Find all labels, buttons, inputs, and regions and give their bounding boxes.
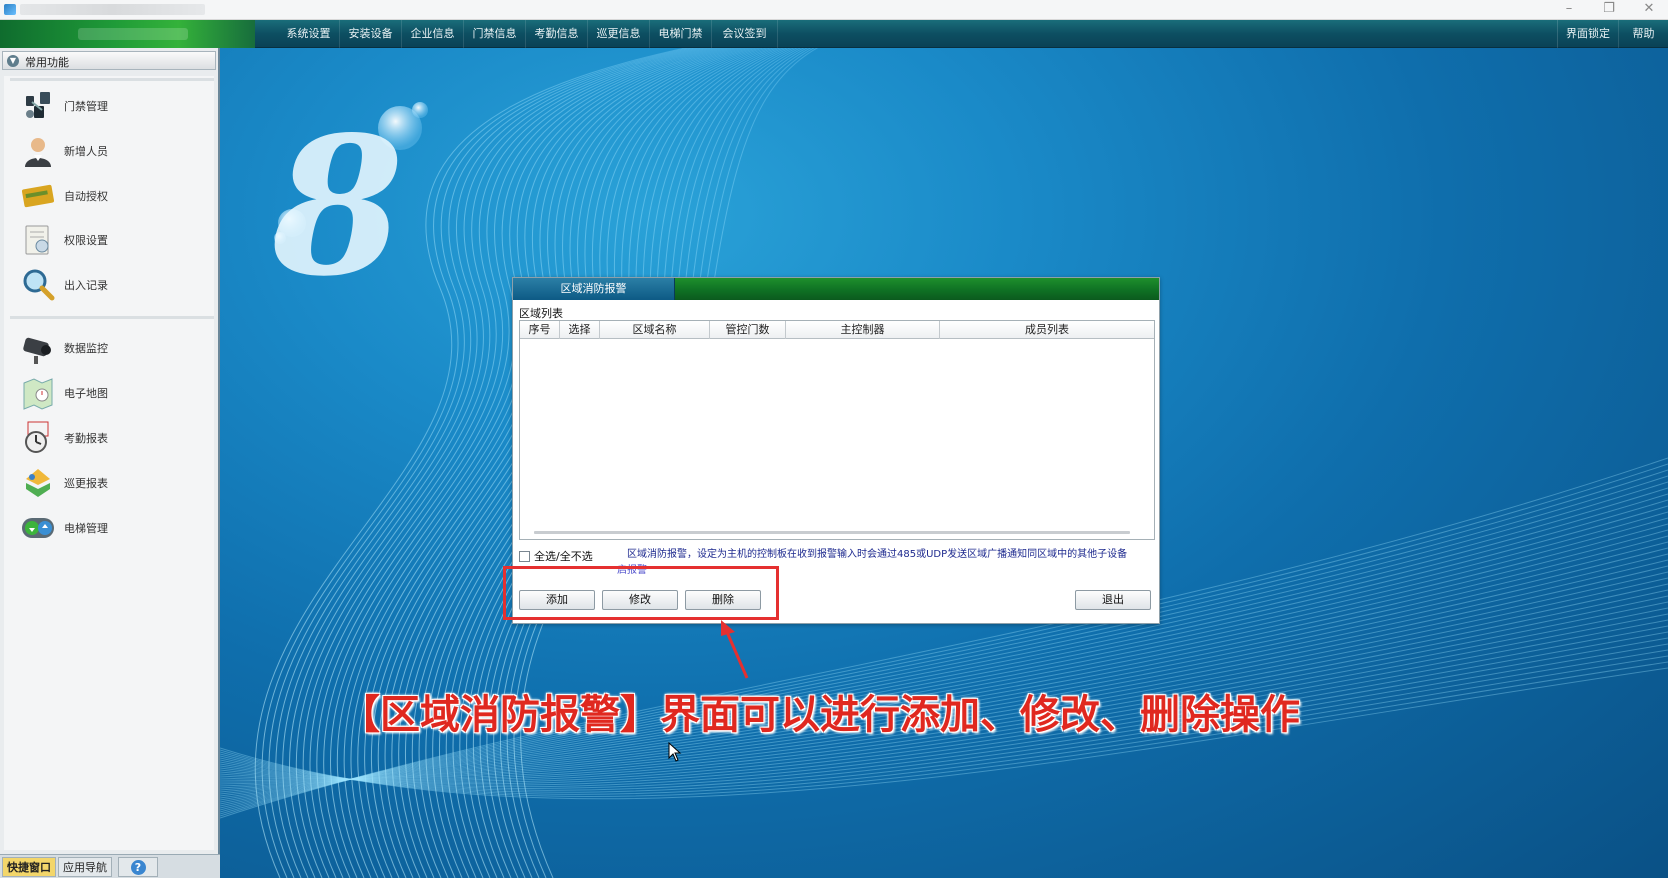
- checkbox-icon[interactable]: [519, 551, 530, 562]
- select-all-label: 全选/全不选: [534, 550, 593, 563]
- horizontal-scrollbar[interactable]: [534, 531, 1130, 534]
- sidebar-item-access-records[interactable]: 出入记录: [16, 265, 206, 305]
- sidebar-item-elevator-management[interactable]: 电梯管理: [16, 508, 206, 548]
- sidebar-item-label: 考勤报表: [64, 432, 108, 445]
- tab-app-nav[interactable]: 应用导航: [58, 857, 112, 877]
- brand-text: [78, 28, 188, 40]
- menu-attendance-info[interactable]: 考勤信息: [526, 20, 588, 48]
- collapse-icon[interactable]: ▼: [7, 55, 19, 67]
- sidebar-item-data-monitor[interactable]: 数据监控: [16, 328, 206, 368]
- app-icon: [4, 4, 16, 15]
- sidebar-item-label: 电子地图: [64, 387, 108, 400]
- door-access-icon: [26, 92, 50, 118]
- close-button[interactable]: ✕: [1630, 0, 1668, 20]
- map-icon: [23, 378, 53, 410]
- col-area-name[interactable]: 区域名称: [600, 321, 710, 339]
- select-all-checkbox[interactable]: 全选/全不选: [519, 548, 593, 564]
- brand-logo: [0, 20, 255, 48]
- restore-button[interactable]: ❐: [1590, 0, 1628, 20]
- bottom-tab-bar: 快捷窗口 应用导航 ?: [0, 854, 220, 878]
- permission-icon: [25, 225, 49, 255]
- sidebar-item-attendance-report[interactable]: 考勤报表: [16, 418, 206, 458]
- tab-quick-window[interactable]: 快捷窗口: [2, 857, 56, 877]
- sidebar-item-permission-settings[interactable]: 权限设置: [16, 220, 206, 260]
- menu-system-settings[interactable]: 系统设置: [278, 20, 340, 48]
- annotation-caption: 【区域消防报警】界面可以进行添加、修改、删除操作: [340, 692, 1300, 738]
- annotation-highlight-box: [503, 566, 779, 620]
- sidebar-item-door-access[interactable]: 门禁管理: [16, 86, 206, 126]
- sidebar-item-patrol-report[interactable]: 巡更报表: [16, 463, 206, 503]
- menu-company-info[interactable]: 企业信息: [402, 20, 464, 48]
- help-tab[interactable]: ?: [118, 857, 158, 877]
- help-icon: ?: [130, 860, 146, 875]
- tab-area-fire-alarm[interactable]: 区域消防报警: [513, 278, 675, 300]
- elevator-icon: [22, 518, 54, 538]
- clock-icon: [25, 421, 49, 453]
- title-bar: – ❐ ✕: [0, 0, 1668, 20]
- patrol-icon: [26, 469, 50, 497]
- menu-bar: 系统设置 安装设备 企业信息 门禁信息 考勤信息 巡更信息 电梯门禁 会议签到 …: [0, 20, 1668, 48]
- sidebar-divider: [10, 316, 214, 319]
- magnifier-icon: [23, 269, 55, 301]
- mouse-cursor-icon: [668, 742, 682, 762]
- col-door-count[interactable]: 管控门数: [710, 321, 786, 339]
- menu-meeting-signin[interactable]: 会议签到: [712, 20, 778, 48]
- sidebar-item-label: 自动授权: [64, 190, 108, 203]
- logo-glyph: 8: [271, 95, 404, 288]
- area-list-label: 区域列表: [519, 307, 563, 320]
- card-icon: [21, 184, 55, 208]
- col-index[interactable]: 序号: [520, 321, 560, 339]
- sidebar: ▼ 常用功能 门禁管理 新增人员 自动授权 权限设置 出入记录 数据监控 电子地…: [0, 48, 220, 854]
- window-title: [20, 4, 205, 15]
- menu-access-info[interactable]: 门禁信息: [464, 20, 526, 48]
- area-table: 序号 选择 区域名称 管控门数 主控制器 成员列表: [519, 320, 1155, 540]
- brand-8-logo: 8: [271, 95, 428, 288]
- sidebar-item-label: 电梯管理: [64, 522, 108, 535]
- menu-help[interactable]: 帮助: [1619, 20, 1668, 48]
- person-icon: [25, 138, 51, 167]
- col-main-controller[interactable]: 主控制器: [786, 321, 940, 339]
- sidebar-panel: 门禁管理 新增人员 自动授权 权限设置 出入记录 数据监控 电子地图 考勤报表 …: [4, 76, 214, 850]
- help-note: 区域消防报警，设定为主机的控制板在收到报警输入时会通过485或UDP发送区域广播…: [627, 549, 1128, 560]
- menu-lock-interface[interactable]: 界面锁定: [1557, 20, 1619, 48]
- col-member-list[interactable]: 成员列表: [940, 321, 1154, 339]
- sidebar-item-e-map[interactable]: 电子地图: [16, 373, 206, 413]
- table-header: 序号 选择 区域名称 管控门数 主控制器 成员列表: [520, 321, 1154, 339]
- sidebar-item-label: 权限设置: [64, 234, 108, 247]
- sidebar-header-label: 常用功能: [25, 56, 69, 69]
- col-select[interactable]: 选择: [560, 321, 600, 339]
- annotation-arrow: [721, 620, 749, 679]
- sidebar-item-label: 巡更报表: [64, 477, 108, 490]
- camera-icon: [23, 337, 51, 364]
- sidebar-item-label: 新增人员: [64, 145, 108, 158]
- sidebar-header[interactable]: ▼ 常用功能: [2, 51, 216, 70]
- menu-elevator-access[interactable]: 电梯门禁: [650, 20, 712, 48]
- sidebar-item-auto-authorize[interactable]: 自动授权: [16, 176, 206, 216]
- sidebar-item-new-person[interactable]: 新增人员: [16, 131, 206, 171]
- menu-install-devices[interactable]: 安装设备: [340, 20, 402, 48]
- minimize-button[interactable]: –: [1550, 0, 1588, 20]
- menu-patrol-info[interactable]: 巡更信息: [588, 20, 650, 48]
- sidebar-item-label: 数据监控: [64, 342, 108, 355]
- sidebar-item-label: 门禁管理: [64, 100, 108, 113]
- dialog-tab-bar: 区域消防报警: [513, 278, 1159, 300]
- sidebar-divider: [10, 78, 214, 81]
- sidebar-item-label: 出入记录: [64, 279, 108, 292]
- exit-button[interactable]: 退出: [1075, 590, 1151, 610]
